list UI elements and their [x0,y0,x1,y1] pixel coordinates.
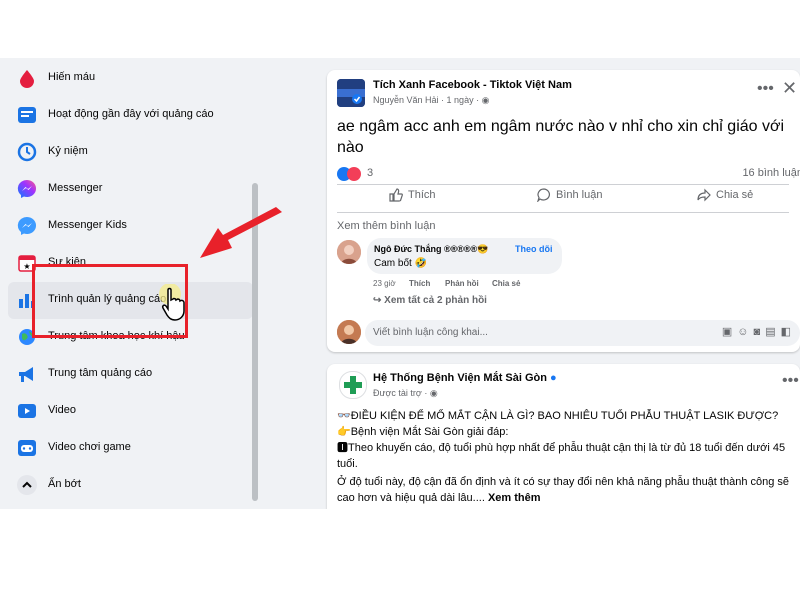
comment-reply-link[interactable]: Phản hồi [445,279,479,288]
memories-clock-icon [17,142,37,162]
view-more-comments-link[interactable]: Xem thêm bình luận [337,220,435,232]
sidebar-item-label: Video [48,404,76,416]
sidebar-item-messenger[interactable]: Messenger [8,171,253,208]
see-more-link[interactable]: Xem thêm [488,492,541,504]
current-user-avatar-image [337,320,361,344]
sidebar-item-see-less[interactable]: Ẩn bớt [8,467,253,504]
ad-text-line: 🅸Theo khuyến cáo, độ tuổi phù hợp nhất đ… [337,442,786,470]
post-author-link[interactable]: Nguyễn Văn Hải [373,95,439,105]
like-button[interactable]: Thích [389,188,436,210]
sidebar-item-label: Video chơi game [48,441,131,453]
gaming-video-icon [18,440,36,456]
sidebar-item-label: Messenger Kids [48,219,127,231]
sidebar-item-gaming-video[interactable]: Video chơi game [8,430,253,467]
facebook-window: Hiến máu Hoạt động gần đây với quảng cáo… [0,58,800,509]
verified-badge-icon: ● [550,372,557,384]
sidebar-item-label: Messenger [48,182,103,194]
thumbs-up-icon [389,188,403,202]
ad-text-line: 👉Bệnh viện Mắt Sài Gòn giải đáp: [337,426,509,438]
globe-icon: ◉ [481,95,490,105]
current-user-avatar[interactable] [337,320,361,344]
commenter-avatar[interactable] [337,240,361,264]
close-icon[interactable]: ✕ [782,78,797,99]
share-label: Chia sẻ [716,188,754,201]
sidebar-item-blood-donation[interactable]: Hiến máu [8,60,253,97]
post-time[interactable]: 1 ngày [447,95,474,105]
video-play-icon [18,404,36,418]
post-text: ae ngâm acc anh em ngâm nước nào v nhỉ c… [337,118,785,156]
reactions-row: 3 16 bình luận [337,166,800,182]
comment-input-placeholder: Viết bình luận công khai... [373,327,488,338]
comment-author-link[interactable]: Ngô Đức Thắng ®®®®®😎 [374,244,488,255]
page-name-link[interactable]: Hệ Thống Bệnh Viện Mắt Sài Gòn ● [373,372,557,384]
blood-drop-icon [20,70,34,88]
ad-text-body: Ở độ tuổi này, độ cận đã ổn định và ít c… [337,474,797,506]
commenter-avatar-image [337,240,361,264]
sidebar-item-label: Hoạt động gần đây với quảng cáo [48,108,214,120]
more-options-icon[interactable]: ••• [757,80,774,98]
divider [337,184,789,185]
sticker-icon[interactable]: ◧ [781,326,796,338]
comment-button[interactable]: Bình luận [536,188,603,210]
comment-count[interactable]: 16 bình luận [742,167,800,179]
chevron-up-icon [17,475,37,495]
sponsored-post-card: Hệ Thống Bệnh Viện Mắt Sài Gòn ● Được tà… [327,364,800,509]
comment-like-link[interactable]: Thích [409,279,430,288]
page-name: Hệ Thống Bệnh Viện Mắt Sài Gòn [373,372,547,384]
comment-input[interactable]: Viết bình luận công khai... ▣☺◙▤◧ [365,320,800,346]
share-arrow-icon [697,188,711,202]
sidebar-item-label: Hiến máu [48,71,96,83]
feed-post-card: Tích Xanh Facebook - Tiktok Việt Nam Ngu… [327,70,800,352]
sponsored-label[interactable]: Được tài trợ · ◉ [373,388,438,399]
hospital-cross-logo-icon [344,376,362,394]
hand-pointer-cursor-icon [159,284,185,321]
sidebar-item-label: Trung tâm quảng cáo [48,367,153,379]
comment-text: Cam bốt 🤣 [374,258,428,269]
gif-icon[interactable]: ▤ [765,326,780,338]
follow-button[interactable]: Theo dõi [515,244,553,254]
group-avatar-image [337,79,365,107]
messenger-kids-icon [17,216,37,235]
messenger-icon [17,179,37,198]
comment-bubble-icon [536,188,550,204]
sidebar-item-memories[interactable]: Kỷ niệm [8,134,253,171]
comment-time[interactable]: 23 giờ [373,279,396,288]
share-button[interactable]: Chia sẻ [697,188,753,210]
divider [337,212,789,213]
emoji-icon[interactable]: ☺ [737,326,753,338]
sponsored-text: Được tài trợ [373,388,422,398]
post-byline: Nguyễn Văn Hải · 1 ngày · ◉ [373,95,490,105]
comment-bubble: Ngô Đức Thắng ®®®®®😎 Theo dõi Cam bốt 🤣 [367,238,562,274]
megaphone-icon [19,367,33,382]
page-avatar[interactable] [339,371,367,399]
view-replies-link[interactable]: ↪ Xem tất cả 2 phản hồi [373,295,487,306]
like-label: Thích [408,188,436,201]
sidebar-item-label: Kỷ niệm [48,145,88,157]
camera-icon[interactable]: ◙ [754,326,766,338]
love-reaction-icon [347,167,361,181]
sidebar-item-ad-center[interactable]: Trung tâm quảng cáo [8,356,253,393]
reaction-count[interactable]: 3 [367,167,373,179]
comment-input-tools: ▣☺◙▤◧ [722,325,796,338]
comment-label: Bình luận [556,188,603,201]
svg-text:★: ★ [23,262,30,271]
comment-share-link[interactable]: Chia sẻ [492,279,520,288]
ad-text-line: Ở độ tuổi này, độ cận đã ổn định và ít c… [337,476,790,504]
group-avatar[interactable] [337,79,365,107]
more-options-icon[interactable]: ••• [782,372,799,390]
sidebar-item-label: Ẩn bớt [48,478,81,490]
sidebar-item-recent-ad-activity[interactable]: Hoạt động gần đây với quảng cáo [8,97,253,134]
group-name-link[interactable]: Tích Xanh Facebook - Tiktok Việt Nam [373,79,572,91]
red-arrow-annotation [200,207,282,258]
recent-ad-activity-icon [18,107,36,123]
sidebar-item-video[interactable]: Video [8,393,253,430]
avatar-sticker-icon[interactable]: ▣ [722,326,737,338]
ad-text-line: 👓ĐIỀU KIỆN ĐỂ MỔ MẮT CẬN LÀ GÌ? BAO NHIÊ… [337,410,779,422]
